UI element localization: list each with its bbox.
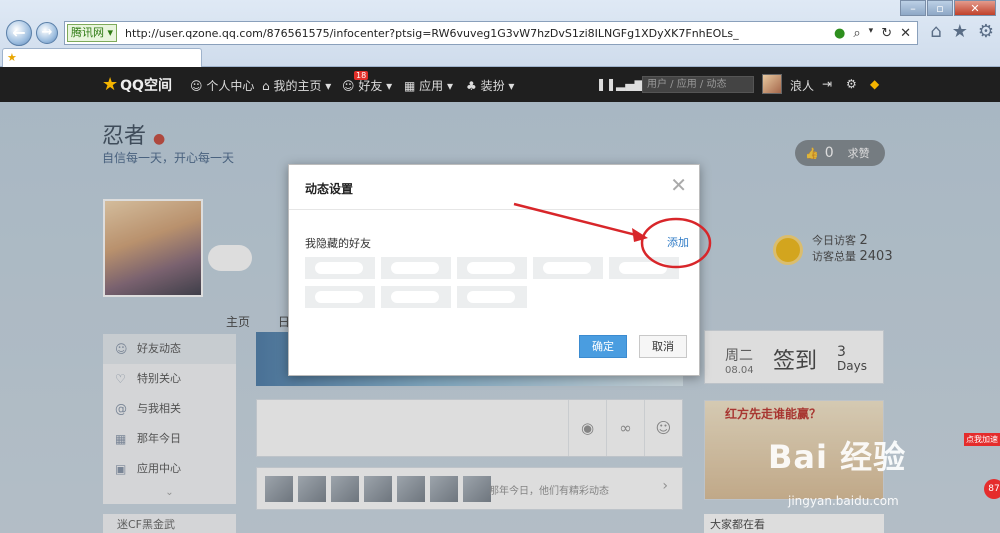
forward-button[interactable]: → (36, 22, 58, 44)
user-avatar-small[interactable] (762, 74, 782, 94)
watermark-url: jingyan.baidu.com (788, 494, 899, 508)
close-icon[interactable]: ✕ (670, 173, 687, 197)
maximize-button[interactable]: ▫ (927, 0, 953, 16)
watermark-main: Bai 经验 (768, 438, 907, 476)
window-controls: – ▫ ✕ (900, 0, 996, 16)
site-identity-badge[interactable]: 腾讯网 ▾ (67, 24, 118, 42)
decorate-icon: ♣ (466, 79, 477, 93)
accelerator-label: 点我加速 (964, 433, 1000, 446)
logout-icon[interactable]: ⇥ (822, 77, 832, 91)
minimize-button[interactable]: – (900, 0, 926, 16)
address-bar[interactable]: 腾讯网 ▾ http://user.qzone.qq.com/876561575… (64, 21, 918, 45)
hidden-friend-chip[interactable] (609, 257, 679, 279)
friends-icon: ☺ (342, 79, 355, 93)
diamond-icon[interactable]: ◆ (870, 77, 879, 91)
baidu-watermark: Bai 经验 jingyan.baidu.com (768, 438, 978, 520)
accelerator-badge: 87 (984, 479, 1000, 499)
hidden-friend-chip[interactable] (381, 257, 451, 279)
redacted-tab-title (19, 52, 139, 64)
add-hidden-friend-link[interactable]: 添加 (667, 234, 689, 250)
hidden-friend-chip[interactable] (305, 257, 375, 279)
hidden-friend-chip[interactable] (305, 286, 375, 308)
favorites-star-icon[interactable]: ★ (952, 21, 968, 42)
nav-friends[interactable]: ☺ 18 好友 ▾ (342, 71, 392, 94)
browser-chrome: – ▫ ✕ ← → 腾讯网 ▾ http://user.qzone.qq.com… (0, 0, 1000, 67)
nav-search-input[interactable]: 用户 / 应用 / 动态 (642, 76, 754, 93)
tab-strip: ★ (0, 47, 1000, 67)
compat-icon[interactable]: ● (834, 26, 845, 41)
hidden-friend-chip[interactable] (381, 286, 451, 308)
settings-gear-icon[interactable]: ⚙ (846, 77, 857, 91)
feed-settings-dialog: 动态设置 ✕ 我隐藏的好友 添加 确定 取消 (288, 164, 700, 376)
star-logo-icon: ★ (102, 74, 119, 95)
address-url[interactable]: http://user.qzone.qq.com/876561575/infoc… (117, 27, 834, 40)
house-icon: ⌂ (262, 79, 270, 93)
star-favicon-icon: ★ (7, 51, 17, 64)
hidden-friend-chip[interactable] (533, 257, 603, 279)
nav-decorate[interactable]: ♣ 装扮 ▾ (466, 77, 514, 94)
back-button[interactable]: ← (6, 20, 32, 46)
nav-apps[interactable]: ▦ 应用 ▾ (404, 77, 453, 94)
refresh-icon[interactable]: ↻ (881, 26, 892, 41)
gear-icon[interactable]: ⚙ (978, 21, 994, 42)
dropdown-icon[interactable]: ▾ (869, 26, 874, 41)
search-icon[interactable]: ⌕ (853, 26, 860, 41)
browser-tab[interactable]: ★ (2, 48, 202, 67)
nav-personal-center[interactable]: ☺ 个人中心 (190, 77, 254, 94)
hidden-friends-label: 我隐藏的好友 (305, 237, 371, 250)
grid-icon: ▦ (404, 79, 416, 93)
home-icon[interactable]: ⌂ (930, 21, 941, 42)
hidden-friend-chip[interactable] (457, 257, 527, 279)
confirm-button[interactable]: 确定 (579, 335, 627, 358)
dialog-title: 动态设置 (305, 182, 354, 196)
hidden-friends-list (305, 257, 685, 308)
nav-my-home[interactable]: ⌂ 我的主页 ▾ (262, 77, 331, 94)
dialog-header: 动态设置 ✕ (289, 165, 699, 210)
cancel-button[interactable]: 取消 (639, 335, 687, 358)
close-window-button[interactable]: ✕ (954, 0, 996, 16)
qzone-logo[interactable]: ★ QQ空间 (102, 74, 172, 95)
person-icon: ☺ (190, 79, 203, 93)
qzone-top-nav: ★ QQ空间 ☺ 个人中心 ⌂ 我的主页 ▾ ☺ 18 好友 ▾ ▦ 应用 ▾ ♣ … (0, 67, 1000, 102)
stop-icon[interactable]: ✕ (900, 26, 911, 41)
accelerator-widget[interactable]: 点我加速 87 (964, 433, 1000, 503)
friends-badge: 18 (354, 71, 369, 80)
nav-username[interactable]: 浪人 (790, 77, 814, 94)
pause-icon[interactable]: ❚❚ (596, 77, 616, 91)
signal-icon[interactable]: ▂▄▆ (616, 77, 644, 91)
hidden-friend-chip[interactable] (457, 286, 527, 308)
